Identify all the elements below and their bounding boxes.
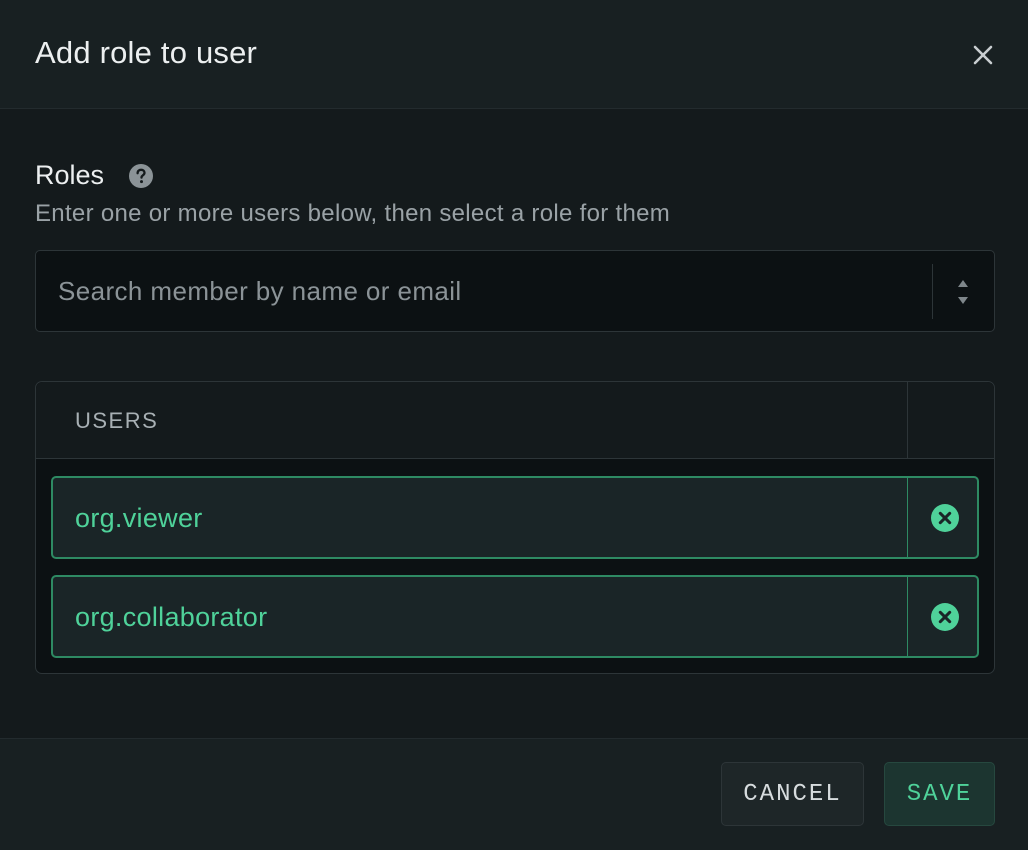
select-toggle[interactable] [954, 276, 972, 308]
users-table: USERS org.viewer org.collaborator [35, 381, 995, 674]
roles-description: Enter one or more users below, then sele… [35, 200, 671, 227]
close-icon [973, 45, 993, 65]
header-divider [907, 382, 908, 459]
search-input[interactable] [58, 271, 918, 311]
roles-label: Roles [35, 160, 105, 190]
close-button[interactable] [966, 38, 1000, 72]
remove-circle-x-icon [931, 603, 959, 631]
chevron-up-down-icon [958, 280, 968, 304]
table-row: org.collaborator [51, 575, 979, 658]
table-row: org.viewer [51, 476, 979, 559]
role-label: org.viewer [75, 503, 203, 533]
dialog-footer: CANCEL SAVE [0, 738, 1028, 850]
remove-role-button[interactable] [930, 503, 960, 533]
users-table-header: USERS [36, 382, 994, 459]
add-role-dialog: Add role to user Roles Enter one or more… [0, 0, 1028, 850]
save-button[interactable]: SAVE [884, 762, 995, 826]
select-divider [932, 264, 933, 319]
role-label: org.collaborator [75, 602, 268, 632]
remove-role-button[interactable] [930, 602, 960, 632]
dialog-header: Add role to user [0, 0, 1028, 109]
row-divider [907, 478, 908, 557]
cancel-button[interactable]: CANCEL [721, 762, 864, 826]
users-column-header: USERS [75, 408, 159, 433]
row-divider [907, 577, 908, 656]
member-search-select[interactable] [35, 250, 995, 332]
dialog-title: Add role to user [35, 35, 258, 70]
remove-circle-x-icon [931, 504, 959, 532]
help-icon[interactable] [128, 163, 154, 189]
